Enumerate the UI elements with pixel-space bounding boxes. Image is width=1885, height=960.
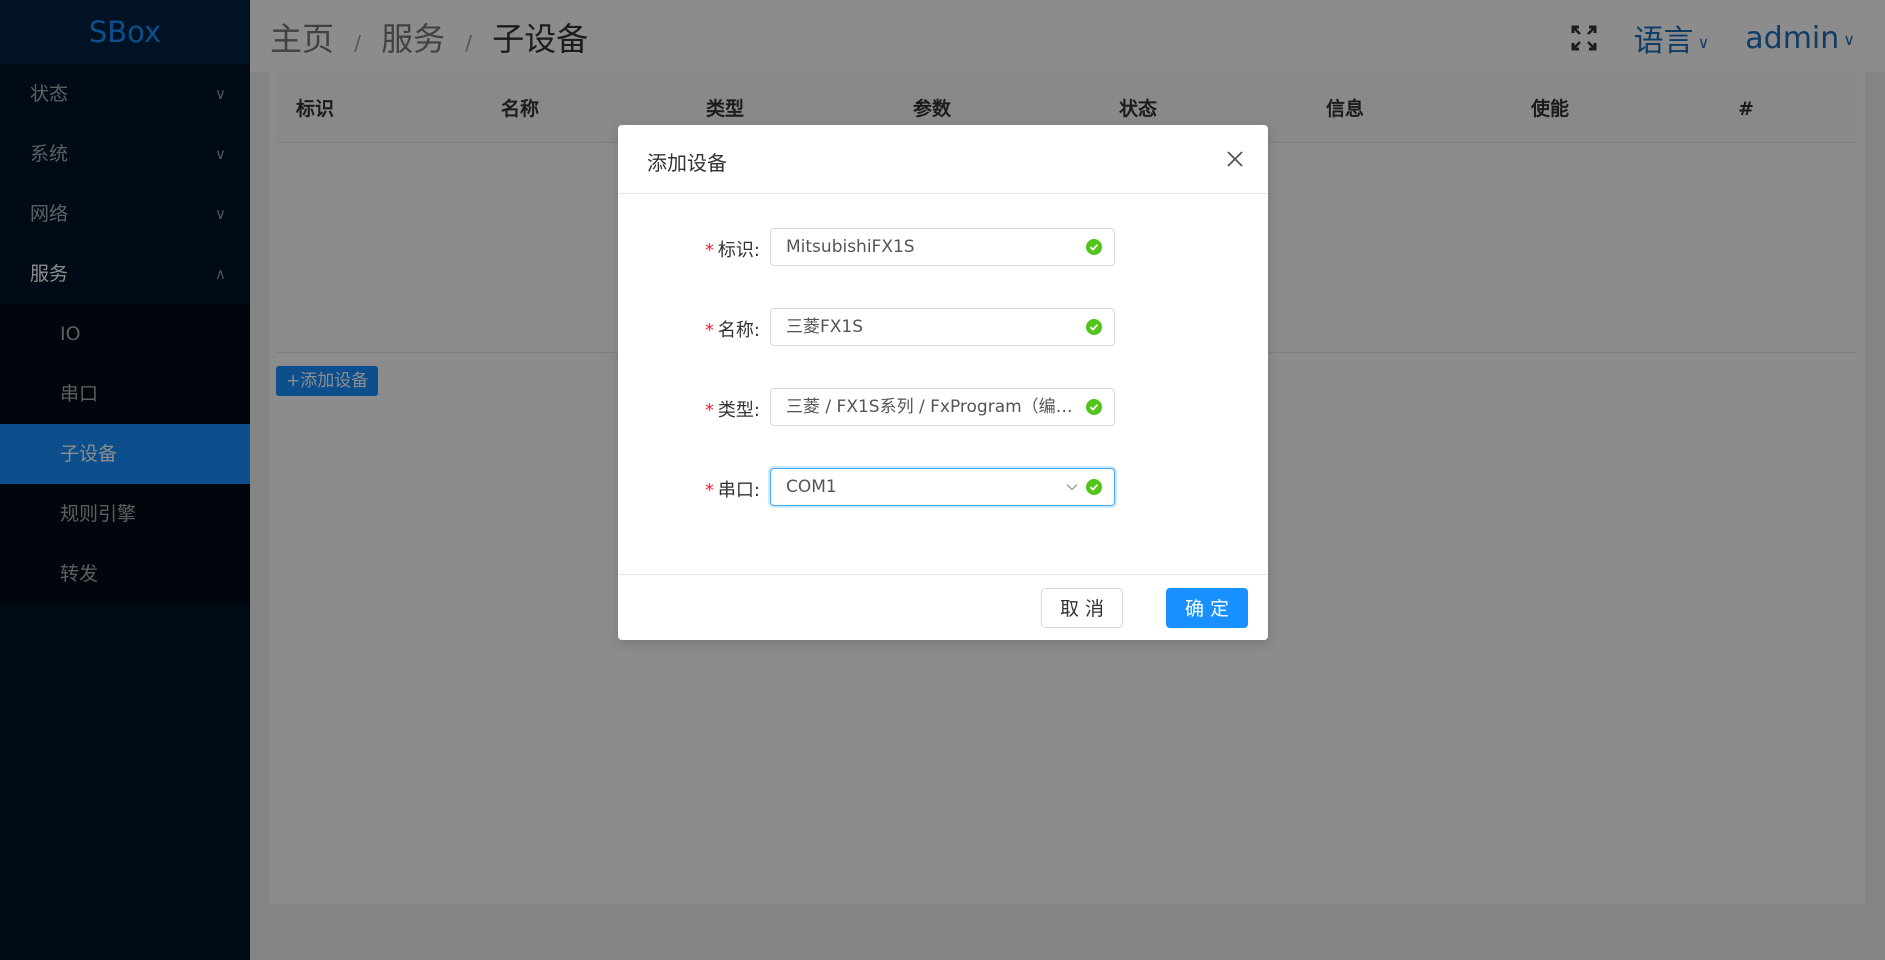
add-device-dialog: 添加设备 * 标识: MitsubishiFX1S * 名称: 三菱FX1S * 类型… [618, 125, 1268, 640]
port-select-value: COM1 [786, 477, 837, 497]
required-mark: * [704, 320, 714, 341]
id-field-value: MitsubishiFX1S [786, 237, 915, 257]
port-label: 串口: [717, 480, 760, 501]
close-icon[interactable] [1226, 150, 1244, 168]
confirm-button[interactable]: 确 定 [1165, 588, 1248, 628]
port-select[interactable]: COM1 [770, 468, 1115, 506]
required-mark: * [704, 240, 714, 261]
form-label: * 标识: [705, 236, 760, 262]
dialog-title: 添加设备 [647, 151, 727, 175]
form-label: * 名称: [705, 316, 760, 342]
dialog-footer: 取 消 确 定 [618, 574, 1268, 640]
form-row-name: * 名称: 三菱FX1S [618, 308, 1268, 348]
check-circle-icon [1086, 319, 1102, 335]
chevron-down-icon [1066, 484, 1078, 491]
name-field-value: 三菱FX1S [786, 317, 864, 337]
check-circle-icon [1086, 399, 1102, 415]
required-mark: * [704, 480, 714, 501]
form-row-type: *类型: 三菱 / FX1S系列 / FxProgram（编程口） [618, 388, 1268, 428]
type-cascader-value: 三菱 / FX1S系列 / FxProgram（编程口） [786, 397, 1074, 417]
check-circle-icon [1086, 239, 1102, 255]
name-label: 名称: [717, 320, 760, 341]
check-circle-icon [1086, 479, 1102, 495]
cancel-button[interactable]: 取 消 [1040, 588, 1123, 628]
form-row-port: * 串口: COM1 [618, 468, 1268, 508]
required-mark: * [704, 400, 714, 421]
name-field[interactable]: 三菱FX1S [770, 308, 1115, 346]
dialog-header: 添加设备 [618, 125, 1268, 194]
id-label: 标识: [717, 240, 760, 261]
form-row-id: * 标识: MitsubishiFX1S [618, 228, 1268, 268]
type-cascader[interactable]: 三菱 / FX1S系列 / FxProgram（编程口） [770, 388, 1115, 426]
form-label: * 串口: [705, 476, 760, 502]
type-label: 类型: [717, 400, 760, 421]
form-label: * 类型: [705, 396, 760, 422]
id-field[interactable]: MitsubishiFX1S [770, 228, 1115, 266]
